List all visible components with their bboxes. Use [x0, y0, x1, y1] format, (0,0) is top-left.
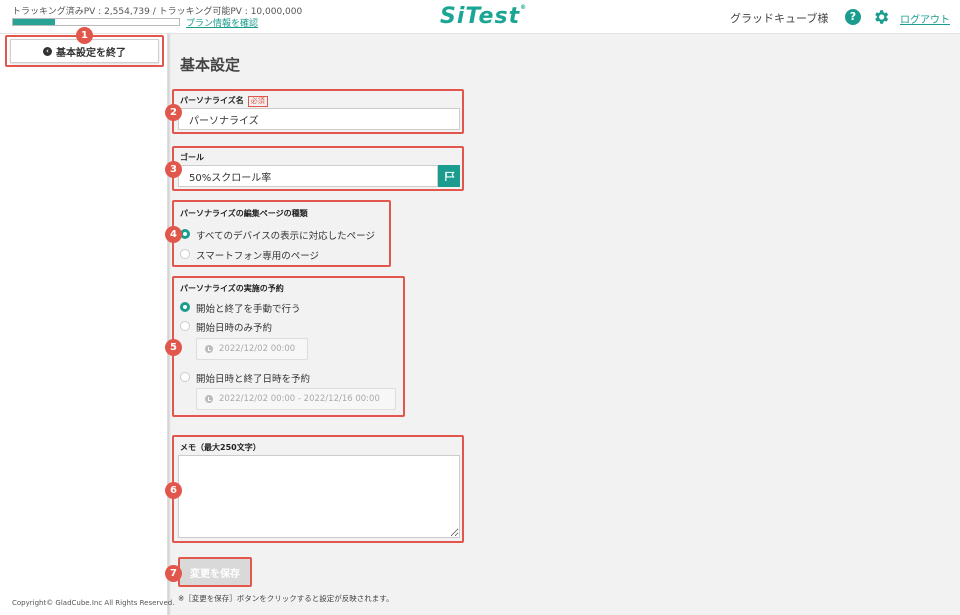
pv-usage-bar	[12, 18, 180, 26]
step-badge-7: 7	[165, 565, 182, 582]
clock-icon	[205, 395, 213, 403]
sidebar-divider	[168, 34, 171, 615]
step-badge-1: 1	[76, 27, 93, 44]
goal-input[interactable]: 50%スクロール率	[178, 165, 438, 187]
step-badge-3: 3	[165, 161, 182, 178]
required-badge: 必須	[247, 96, 268, 107]
help-icon[interactable]: ?	[845, 9, 861, 25]
plan-info-link[interactable]: プラン情報を確認	[186, 16, 258, 29]
step-badge-5: 5	[165, 339, 182, 356]
clock-icon	[205, 345, 213, 353]
step-badge-2: 2	[165, 104, 182, 121]
pv-usage-fill	[13, 19, 56, 25]
sidebar	[0, 34, 168, 615]
radio-start-only-label[interactable]: 開始日時のみ予約	[196, 320, 272, 334]
gear-icon[interactable]	[872, 8, 890, 26]
memo-label: メモ（最大250文字）	[180, 443, 261, 452]
goal-select-button[interactable]	[438, 165, 460, 187]
memo-textarea[interactable]	[178, 455, 460, 538]
range-datetime-field[interactable]: 2022/12/02 00:00 - 2022/12/16 00:00	[196, 388, 396, 410]
step-badge-4: 4	[165, 226, 182, 243]
schedule-label: パーソナライズの実施の予約	[180, 284, 284, 293]
save-button[interactable]: 変更を保存	[178, 557, 252, 587]
goal-label: ゴール	[180, 153, 204, 162]
personalize-name-input[interactable]: パーソナライズ	[178, 108, 460, 130]
logout-link[interactable]: ログアウト	[900, 11, 950, 26]
save-note: ※［変更を保存］ボタンをクリックすると設定が反映されます。	[178, 594, 394, 603]
radio-all-devices-label[interactable]: すべてのデバイスの表示に対応したページ	[196, 228, 375, 242]
radio-smartphone-only[interactable]	[180, 249, 190, 259]
flag-icon	[444, 171, 455, 181]
pv-usage-text: トラッキング済みPV : 2,554,739 / トラッキング可能PV : 10…	[12, 7, 303, 17]
radio-manual-label[interactable]: 開始と終了を手動で行う	[196, 301, 301, 315]
start-datetime-value: 2022/12/02 00:00	[219, 344, 296, 354]
radio-smartphone-only-label[interactable]: スマートフォン専用のページ	[196, 248, 319, 262]
copyright: Copyright© GladCube.Inc All Rights Reser…	[12, 599, 175, 607]
name-label: パーソナライズ名 必須	[180, 95, 268, 107]
radio-start-end-label[interactable]: 開始日時と終了日時を予約	[196, 371, 310, 385]
user-name: グラッドキューブ様	[730, 12, 829, 25]
exit-settings-label: 基本設定を終了	[56, 47, 126, 59]
edit-page-label: パーソナライズの編集ページの種類	[180, 209, 308, 218]
step-badge-6: 6	[165, 482, 182, 499]
top-header: トラッキング済みPV : 2,554,739 / トラッキング可能PV : 10…	[0, 0, 960, 34]
sitest-logo: SiTest®	[440, 4, 528, 29]
start-datetime-field[interactable]: 2022/12/02 00:00	[196, 338, 308, 360]
page-title: 基本設定	[180, 56, 241, 74]
radio-start-end[interactable]	[180, 372, 190, 382]
radio-start-only[interactable]	[180, 321, 190, 331]
circle-arrow-left-icon: ‹	[43, 46, 52, 56]
radio-manual[interactable]	[180, 302, 190, 312]
range-datetime-value: 2022/12/02 00:00 - 2022/12/16 00:00	[219, 394, 380, 404]
